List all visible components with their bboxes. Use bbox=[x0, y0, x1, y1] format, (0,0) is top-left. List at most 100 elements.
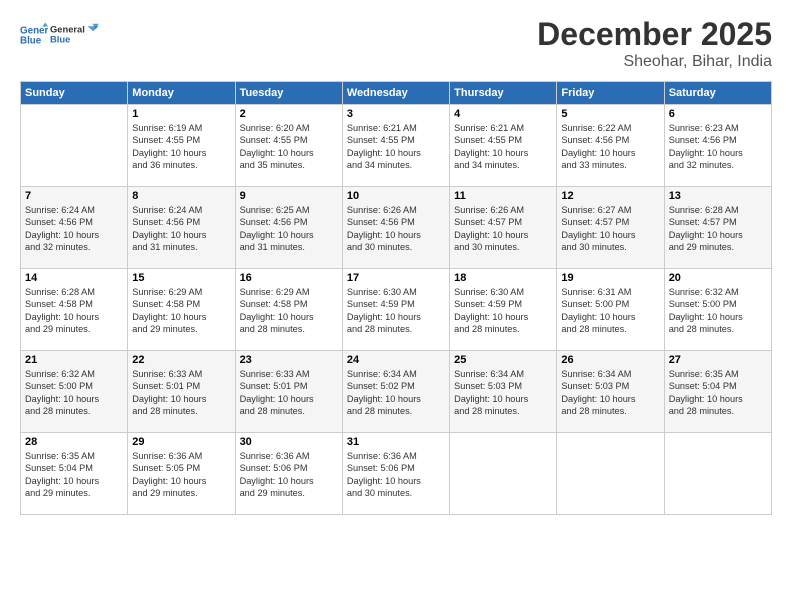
day-info: Sunrise: 6:24 AM Sunset: 4:56 PM Dayligh… bbox=[25, 204, 123, 254]
header-day-saturday: Saturday bbox=[664, 82, 771, 105]
month-title: December 2025 bbox=[537, 16, 772, 53]
calendar-cell: 6 Sunrise: 6:23 AM Sunset: 4:56 PM Daylig… bbox=[664, 105, 771, 187]
day-number: 10 bbox=[347, 190, 445, 202]
day-number: 25 bbox=[454, 354, 552, 366]
calendar-cell: 12 Sunrise: 6:27 AM Sunset: 4:57 PM Dayli… bbox=[557, 187, 664, 269]
calendar-cell: 2 Sunrise: 6:20 AM Sunset: 4:55 PM Daylig… bbox=[235, 105, 342, 187]
day-number: 27 bbox=[669, 354, 767, 366]
day-number: 21 bbox=[25, 354, 123, 366]
calendar-cell: 1 Sunrise: 6:19 AM Sunset: 4:55 PM Daylig… bbox=[128, 105, 235, 187]
day-number: 16 bbox=[240, 272, 338, 284]
day-info: Sunrise: 6:30 AM Sunset: 4:59 PM Dayligh… bbox=[347, 286, 445, 336]
day-info: Sunrise: 6:23 AM Sunset: 4:56 PM Dayligh… bbox=[669, 122, 767, 172]
calendar-cell: 14 Sunrise: 6:28 AM Sunset: 4:58 PM Dayli… bbox=[21, 269, 128, 351]
day-info: Sunrise: 6:21 AM Sunset: 4:55 PM Dayligh… bbox=[454, 122, 552, 172]
day-number: 12 bbox=[561, 190, 659, 202]
day-info: Sunrise: 6:35 AM Sunset: 5:04 PM Dayligh… bbox=[669, 368, 767, 418]
logo-graphic: General Blue bbox=[50, 16, 100, 54]
day-number: 29 bbox=[132, 436, 230, 448]
day-number: 15 bbox=[132, 272, 230, 284]
day-number: 19 bbox=[561, 272, 659, 284]
day-number: 14 bbox=[25, 272, 123, 284]
header-day-monday: Monday bbox=[128, 82, 235, 105]
calendar-page: General Blue General Blue December 2025 … bbox=[0, 0, 792, 612]
calendar-cell: 11 Sunrise: 6:26 AM Sunset: 4:57 PM Dayli… bbox=[450, 187, 557, 269]
calendar-cell bbox=[557, 433, 664, 515]
calendar-cell: 8 Sunrise: 6:24 AM Sunset: 4:56 PM Daylig… bbox=[128, 187, 235, 269]
calendar-cell: 27 Sunrise: 6:35 AM Sunset: 5:04 PM Dayli… bbox=[664, 351, 771, 433]
calendar-cell: 4 Sunrise: 6:21 AM Sunset: 4:55 PM Daylig… bbox=[450, 105, 557, 187]
day-info: Sunrise: 6:34 AM Sunset: 5:02 PM Dayligh… bbox=[347, 368, 445, 418]
day-number: 22 bbox=[132, 354, 230, 366]
day-info: Sunrise: 6:28 AM Sunset: 4:57 PM Dayligh… bbox=[669, 204, 767, 254]
calendar-cell: 25Sunrise: 6:34 AM Sunset: 5:03 PM Dayli… bbox=[450, 351, 557, 433]
calendar-cell: 20 Sunrise: 6:32 AM Sunset: 5:00 PM Dayli… bbox=[664, 269, 771, 351]
day-number: 4 bbox=[454, 108, 552, 120]
calendar-cell: 29 Sunrise: 6:36 AM Sunset: 5:05 PM Dayli… bbox=[128, 433, 235, 515]
day-info: Sunrise: 6:19 AM Sunset: 4:55 PM Dayligh… bbox=[132, 122, 230, 172]
day-info: Sunrise: 6:36 AM Sunset: 5:06 PM Dayligh… bbox=[347, 450, 445, 500]
day-number: 17 bbox=[347, 272, 445, 284]
day-number: 28 bbox=[25, 436, 123, 448]
calendar-week-row: 14 Sunrise: 6:28 AM Sunset: 4:58 PM Dayli… bbox=[21, 269, 772, 351]
day-info: Sunrise: 6:35 AM Sunset: 5:04 PM Dayligh… bbox=[25, 450, 123, 500]
calendar-cell bbox=[21, 105, 128, 187]
calendar-cell bbox=[450, 433, 557, 515]
header-day-wednesday: Wednesday bbox=[342, 82, 449, 105]
day-info: Sunrise: 6:22 AM Sunset: 4:56 PM Dayligh… bbox=[561, 122, 659, 172]
day-number: 18 bbox=[454, 272, 552, 284]
day-number: 9 bbox=[240, 190, 338, 202]
day-info: Sunrise: 6:27 AM Sunset: 4:57 PM Dayligh… bbox=[561, 204, 659, 254]
day-number: 11 bbox=[454, 190, 552, 202]
day-number: 30 bbox=[240, 436, 338, 448]
calendar-cell: 21 Sunrise: 6:32 AM Sunset: 5:00 PM Dayli… bbox=[21, 351, 128, 433]
day-number: 2 bbox=[240, 108, 338, 120]
day-number: 7 bbox=[25, 190, 123, 202]
calendar-cell: 18Sunrise: 6:30 AM Sunset: 4:59 PM Dayli… bbox=[450, 269, 557, 351]
day-info: Sunrise: 6:26 AM Sunset: 4:56 PM Dayligh… bbox=[347, 204, 445, 254]
day-info: Sunrise: 6:21 AM Sunset: 4:55 PM Dayligh… bbox=[347, 122, 445, 172]
day-number: 8 bbox=[132, 190, 230, 202]
day-info: Sunrise: 6:33 AM Sunset: 5:01 PM Dayligh… bbox=[132, 368, 230, 418]
calendar-cell: 31Sunrise: 6:36 AM Sunset: 5:06 PM Dayli… bbox=[342, 433, 449, 515]
calendar-week-row: 28 Sunrise: 6:35 AM Sunset: 5:04 PM Dayli… bbox=[21, 433, 772, 515]
day-info: Sunrise: 6:24 AM Sunset: 4:56 PM Dayligh… bbox=[132, 204, 230, 254]
day-number: 20 bbox=[669, 272, 767, 284]
day-info: Sunrise: 6:36 AM Sunset: 5:06 PM Dayligh… bbox=[240, 450, 338, 500]
calendar-cell bbox=[664, 433, 771, 515]
calendar-header-row: SundayMondayTuesdayWednesdayThursdayFrid… bbox=[21, 82, 772, 105]
day-info: Sunrise: 6:34 AM Sunset: 5:03 PM Dayligh… bbox=[561, 368, 659, 418]
calendar-week-row: 1 Sunrise: 6:19 AM Sunset: 4:55 PM Daylig… bbox=[21, 105, 772, 187]
day-info: Sunrise: 6:36 AM Sunset: 5:05 PM Dayligh… bbox=[132, 450, 230, 500]
day-number: 1 bbox=[132, 108, 230, 120]
calendar-cell: 19Sunrise: 6:31 AM Sunset: 5:00 PM Dayli… bbox=[557, 269, 664, 351]
calendar-cell: 30 Sunrise: 6:36 AM Sunset: 5:06 PM Dayli… bbox=[235, 433, 342, 515]
title-block: December 2025 Sheohar, Bihar, India bbox=[537, 16, 772, 71]
calendar-cell: 26Sunrise: 6:34 AM Sunset: 5:03 PM Dayli… bbox=[557, 351, 664, 433]
calendar-cell: 23Sunrise: 6:33 AM Sunset: 5:01 PM Dayli… bbox=[235, 351, 342, 433]
day-number: 6 bbox=[669, 108, 767, 120]
location-subtitle: Sheohar, Bihar, India bbox=[537, 53, 772, 71]
calendar-cell: 9 Sunrise: 6:25 AM Sunset: 4:56 PM Daylig… bbox=[235, 187, 342, 269]
day-info: Sunrise: 6:32 AM Sunset: 5:00 PM Dayligh… bbox=[669, 286, 767, 336]
day-info: Sunrise: 6:28 AM Sunset: 4:58 PM Dayligh… bbox=[25, 286, 123, 336]
page-header: General Blue General Blue December 2025 … bbox=[20, 16, 772, 71]
day-info: Sunrise: 6:25 AM Sunset: 4:56 PM Dayligh… bbox=[240, 204, 338, 254]
header-day-friday: Friday bbox=[557, 82, 664, 105]
calendar-cell: 22 Sunrise: 6:33 AM Sunset: 5:01 PM Dayli… bbox=[128, 351, 235, 433]
calendar-cell: 16 Sunrise: 6:29 AM Sunset: 4:58 PM Dayli… bbox=[235, 269, 342, 351]
calendar-cell: 10 Sunrise: 6:26 AM Sunset: 4:56 PM Dayli… bbox=[342, 187, 449, 269]
svg-text:Blue: Blue bbox=[20, 35, 42, 46]
svg-text:General: General bbox=[50, 25, 85, 35]
day-number: 5 bbox=[561, 108, 659, 120]
calendar-table: SundayMondayTuesdayWednesdayThursdayFrid… bbox=[20, 81, 772, 515]
day-info: Sunrise: 6:29 AM Sunset: 4:58 PM Dayligh… bbox=[240, 286, 338, 336]
day-info: Sunrise: 6:32 AM Sunset: 5:00 PM Dayligh… bbox=[25, 368, 123, 418]
calendar-week-row: 7 Sunrise: 6:24 AM Sunset: 4:56 PM Daylig… bbox=[21, 187, 772, 269]
calendar-week-row: 21 Sunrise: 6:32 AM Sunset: 5:00 PM Dayli… bbox=[21, 351, 772, 433]
logo-icon: General Blue bbox=[20, 21, 48, 49]
day-info: Sunrise: 6:20 AM Sunset: 4:55 PM Dayligh… bbox=[240, 122, 338, 172]
day-info: Sunrise: 6:26 AM Sunset: 4:57 PM Dayligh… bbox=[454, 204, 552, 254]
svg-text:Blue: Blue bbox=[50, 35, 70, 45]
calendar-cell: 24Sunrise: 6:34 AM Sunset: 5:02 PM Dayli… bbox=[342, 351, 449, 433]
